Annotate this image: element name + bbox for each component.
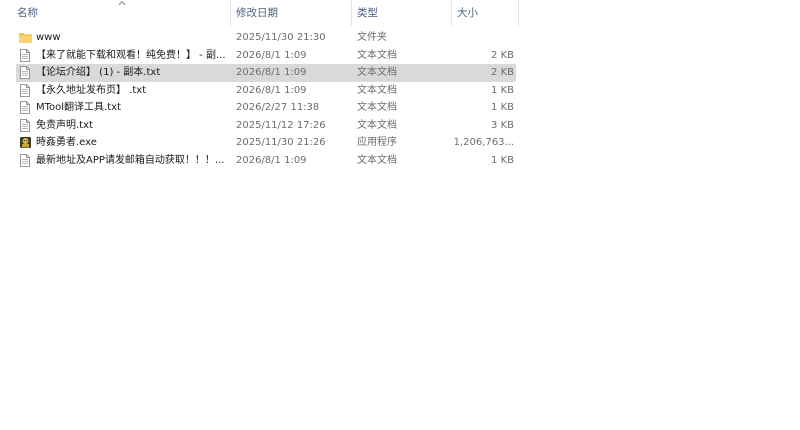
file-row[interactable]: 免责声明.txt 2025/11/12 17:26 文本文档 3 KB <box>16 117 536 135</box>
file-modified-date: 2025/11/30 21:26 <box>236 137 326 148</box>
file-row[interactable]: 【永久地址发布页】 .txt 2026/8/1 1:09 文本文档 1 KB <box>16 82 536 100</box>
file-type: 文本文档 <box>357 119 397 131</box>
column-header-type[interactable]: 类型 <box>357 0 378 26</box>
file-size: 3 KB <box>491 119 514 131</box>
text-file-icon <box>19 99 32 117</box>
file-type: 文件夹 <box>357 32 387 43</box>
file-name: MTool翻译工具.txt <box>36 102 121 113</box>
file-name: 免责声明.txt <box>36 119 93 131</box>
file-modified-date: 2025/11/30 21:30 <box>236 32 326 43</box>
file-row[interactable]: 最新地址及APP请发邮箱自动获取！！！... 2026/8/1 1:09 文本文档 1… <box>16 152 536 170</box>
column-divider[interactable] <box>518 0 519 26</box>
file-name: 【永久地址发布页】 .txt <box>36 84 147 96</box>
file-row[interactable]: 【来了就能下载和观看！纯免费！】 - 副... 2026/8/1 1:09 文本文档… <box>16 47 536 65</box>
column-divider[interactable] <box>351 0 352 26</box>
column-divider[interactable] <box>451 0 452 26</box>
folder-icon <box>19 29 32 47</box>
text-file-icon <box>19 82 32 100</box>
column-header-bar: 名称 修改日期 类型 大小 <box>0 0 800 26</box>
column-divider[interactable] <box>230 0 231 26</box>
file-modified-date: 2026/8/1 1:09 <box>236 84 307 96</box>
file-type: 文本文档 <box>357 49 397 61</box>
file-size: 1 KB <box>491 102 514 113</box>
file-row[interactable]: 【论坛介绍】 (1) - 副本.txt 2026/8/1 1:09 文本文档 2 KB <box>16 64 516 82</box>
file-list: www 2025/11/30 21:30 文件夹【来了就能下载和观看！纯免费！】 -… <box>16 29 536 169</box>
text-file-icon <box>19 117 32 135</box>
file-name: 時姦勇者.exe <box>36 137 97 148</box>
file-name: www <box>36 32 61 43</box>
file-size: 2 KB <box>491 49 514 61</box>
file-type: 文本文档 <box>357 84 397 96</box>
file-modified-date: 2025/11/12 17:26 <box>236 119 326 131</box>
file-modified-date: 2026/8/1 1:09 <box>236 67 307 78</box>
file-size <box>452 29 514 47</box>
file-row[interactable]: 時姦勇者.exe 2025/11/30 21:26 应用程序 1,206,763... <box>16 134 536 152</box>
file-name: 最新地址及APP请发邮箱自动获取！！！... <box>36 154 225 166</box>
file-modified-date: 2026/8/1 1:09 <box>236 154 307 166</box>
app-exe-icon <box>19 134 32 152</box>
text-file-icon <box>19 64 32 82</box>
file-size: 2 KB <box>491 67 514 78</box>
file-row[interactable]: MTool翻译工具.txt 2026/2/27 11:38 文本文档 1 KB <box>16 99 536 117</box>
column-header-date[interactable]: 修改日期 <box>236 0 278 26</box>
file-size: 1 KB <box>491 84 514 96</box>
file-name: 【论坛介绍】 (1) - 副本.txt <box>36 67 161 78</box>
text-file-icon <box>19 152 32 170</box>
file-size: 1 KB <box>491 154 514 166</box>
column-header-name[interactable]: 名称 <box>17 0 38 26</box>
file-type: 文本文档 <box>357 67 397 78</box>
file-type: 文本文档 <box>357 154 397 166</box>
file-modified-date: 2026/2/27 11:38 <box>236 102 320 113</box>
file-size: 1,206,763... <box>453 137 514 148</box>
sort-ascending-icon <box>118 0 126 6</box>
file-type: 文本文档 <box>357 102 397 113</box>
file-row[interactable]: www 2025/11/30 21:30 文件夹 <box>16 29 536 47</box>
file-type: 应用程序 <box>357 137 397 148</box>
file-modified-date: 2026/8/1 1:09 <box>236 49 307 61</box>
column-header-size[interactable]: 大小 <box>457 0 478 26</box>
file-name: 【来了就能下载和观看！纯免费！】 - 副... <box>36 49 226 61</box>
text-file-icon <box>19 47 32 65</box>
